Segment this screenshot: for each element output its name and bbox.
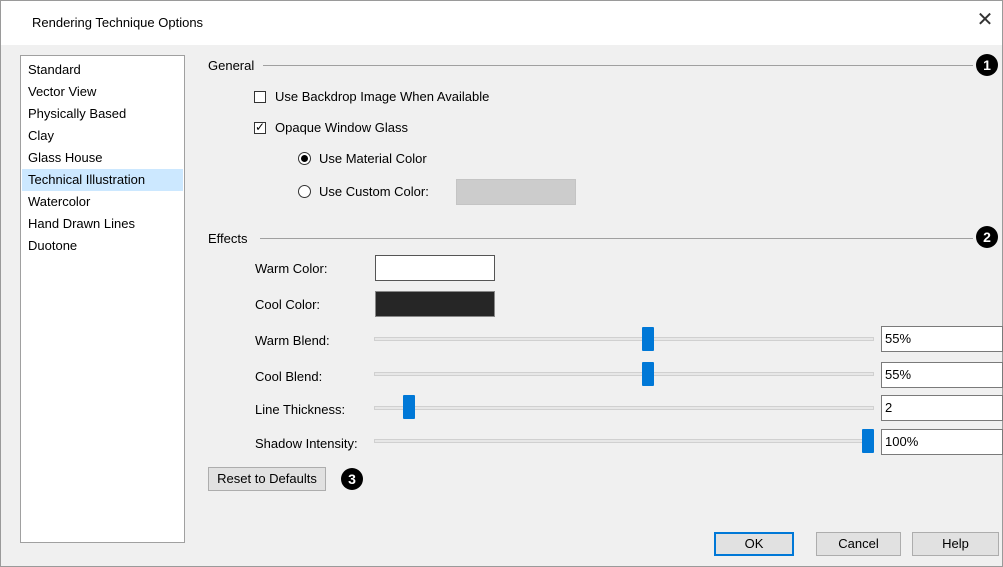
dialog-title: Rendering Technique Options xyxy=(32,15,204,30)
technique-list-item[interactable]: Hand Drawn Lines xyxy=(22,213,183,235)
technique-list[interactable]: Standard Vector View Physically Based Clay G… xyxy=(20,55,185,543)
shadow-intensity-label: Shadow Intensity: xyxy=(255,436,358,451)
technique-list-item[interactable]: Physically Based xyxy=(22,103,183,125)
warm-blend-value-field[interactable]: 55% xyxy=(881,326,1003,352)
general-heading: General xyxy=(208,58,255,73)
cool-blend-value-field[interactable]: 55% xyxy=(881,362,1003,388)
line-thickness-label: Line Thickness: xyxy=(255,402,346,417)
shadow-intensity-slider-thumb[interactable] xyxy=(862,429,874,453)
line-thickness-slider-thumb[interactable] xyxy=(403,395,416,419)
technique-list-item[interactable]: Vector View xyxy=(22,81,183,103)
technique-list-item[interactable]: Watercolor xyxy=(22,191,183,213)
technique-list-item[interactable]: Clay xyxy=(22,125,183,147)
use-backdrop-checkbox[interactable] xyxy=(254,91,266,103)
callout-badge-1: 1 xyxy=(976,54,998,76)
callout-badge-3: 3 xyxy=(341,468,363,490)
use-custom-color-label: Use Custom Color: xyxy=(319,184,429,199)
close-icon[interactable]: ✕ xyxy=(974,9,996,31)
title-bar: Rendering Technique Options ✕ xyxy=(1,1,1002,45)
use-custom-color-radio[interactable] xyxy=(298,185,311,198)
warm-blend-slider-track[interactable] xyxy=(374,337,874,341)
reset-to-defaults-button[interactable]: Reset to Defaults xyxy=(208,467,326,491)
use-material-color-radio[interactable] xyxy=(298,152,311,165)
warm-blend-slider-thumb[interactable] xyxy=(642,327,655,351)
shadow-intensity-slider-track[interactable] xyxy=(374,439,874,443)
radio-dot-icon xyxy=(301,155,308,162)
technique-list-item[interactable]: Standard xyxy=(22,59,183,81)
cool-blend-slider-thumb[interactable] xyxy=(642,362,655,386)
help-button[interactable]: Help xyxy=(912,532,999,556)
shadow-intensity-value-field[interactable]: 100% xyxy=(881,429,1003,455)
effects-heading: Effects xyxy=(208,231,248,246)
opaque-glass-label: Opaque Window Glass xyxy=(275,120,408,135)
cool-blend-label: Cool Blend: xyxy=(255,369,323,384)
cool-blend-slider-track[interactable] xyxy=(374,372,874,376)
technique-list-item[interactable]: Technical Illustration xyxy=(22,169,183,191)
technique-list-item[interactable]: Duotone xyxy=(22,235,183,257)
warm-color-swatch[interactable] xyxy=(375,255,495,281)
technique-list-item[interactable]: Glass House xyxy=(22,147,183,169)
use-backdrop-label: Use Backdrop Image When Available xyxy=(275,89,490,104)
cool-color-label: Cool Color: xyxy=(255,297,321,312)
custom-color-swatch[interactable] xyxy=(456,179,576,205)
rendering-technique-dialog: Rendering Technique Options ✕ Standard Ve… xyxy=(0,0,1003,567)
line-thickness-slider-track[interactable] xyxy=(374,406,874,410)
callout-badge-2: 2 xyxy=(976,226,998,248)
cancel-button[interactable]: Cancel xyxy=(816,532,901,556)
warm-blend-label: Warm Blend: xyxy=(255,333,330,348)
ok-button[interactable]: OK xyxy=(714,532,794,556)
line-thickness-value-field[interactable]: 2 xyxy=(881,395,1003,421)
cool-color-swatch[interactable] xyxy=(375,291,495,317)
opaque-glass-checkbox[interactable]: ✓ xyxy=(254,120,266,134)
checkmark-icon: ✓ xyxy=(255,120,266,134)
use-material-color-label: Use Material Color xyxy=(319,151,427,166)
warm-color-label: Warm Color: xyxy=(255,261,328,276)
effects-divider xyxy=(260,238,973,239)
general-divider xyxy=(263,65,973,66)
